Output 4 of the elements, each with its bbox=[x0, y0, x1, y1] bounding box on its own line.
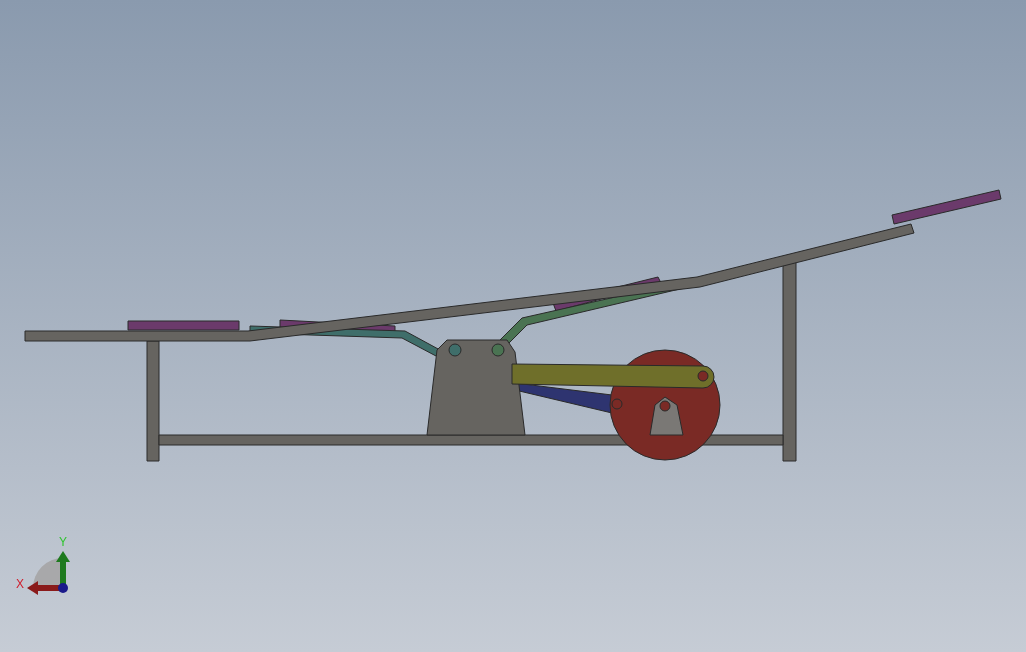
axis-triad-icon bbox=[27, 551, 70, 595]
y-axis-label: Y bbox=[59, 535, 67, 549]
x-axis-label: X bbox=[16, 577, 24, 591]
cad-viewport[interactable]: Y X bbox=[0, 0, 1026, 652]
